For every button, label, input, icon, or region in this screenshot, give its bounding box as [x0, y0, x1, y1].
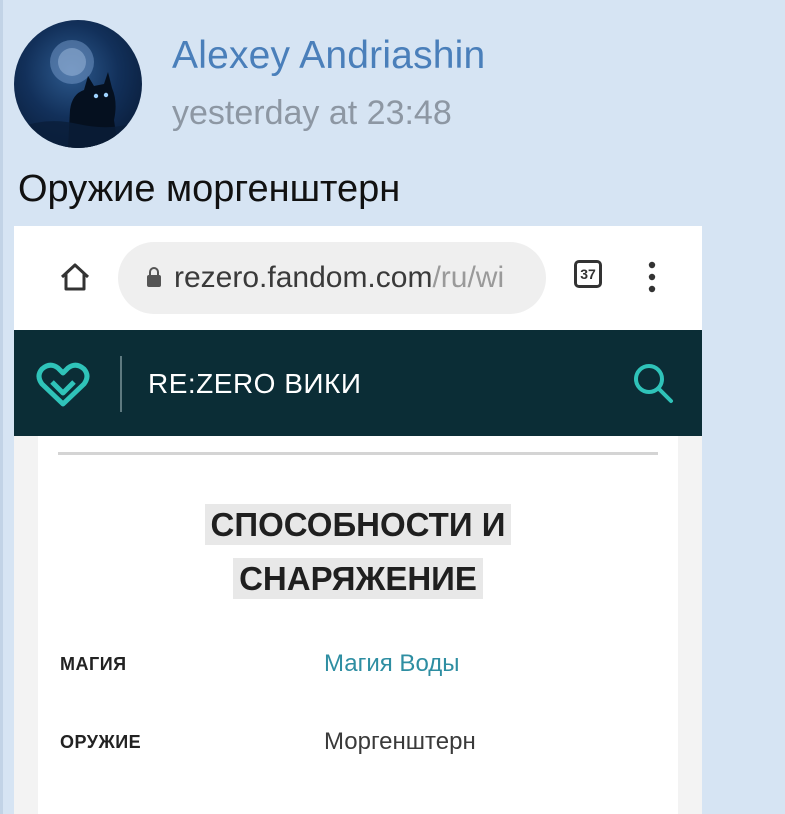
infobox-card: СПОСОБНОСТИ И СНАРЯЖЕНИЕ МАГИЯ Магия Вод…	[38, 436, 678, 814]
search-icon	[634, 364, 673, 403]
section-heading-text-2: СНАРЯЖЕНИЕ	[233, 558, 483, 599]
infobox-label-weapon: ОРУЖИЕ	[60, 732, 142, 752]
url-host: rezero.fandom.com	[174, 261, 433, 294]
wiki-title: RE:ZERO ВИКИ	[148, 368, 362, 399]
fandom-heart-logo	[36, 362, 90, 407]
url-path: /ru/wi	[432, 261, 505, 294]
browser-toolbar: rezero.fandom.com/ru/wi 37	[14, 226, 702, 330]
message-text: Оружие моргенштерн	[18, 168, 401, 210]
attached-screenshot[interactable]: rezero.fandom.com/ru/wi 37 RE:ZERO ВИКИ …	[14, 226, 702, 814]
wiki-header: RE:ZERO ВИКИ	[14, 330, 702, 436]
infobox-label-magic: МАГИЯ	[60, 654, 127, 674]
tab-switcher-icon: 37	[574, 260, 602, 288]
more-menu-icon	[648, 261, 656, 293]
chat-edge	[0, 0, 3, 814]
header-divider	[120, 356, 122, 412]
section-heading-line1: СПОСОБНОСТИ И	[38, 504, 678, 545]
infobox-value-weapon: Моргенштерн	[324, 728, 476, 755]
message-timestamp: yesterday at 23:48	[172, 94, 452, 132]
avatar[interactable]	[14, 20, 142, 148]
section-heading-line2: СНАРЯЖЕНИЕ	[38, 558, 678, 599]
avatar-image	[14, 40, 142, 148]
divider-rule	[58, 452, 658, 455]
infobox-value-magic: Магия Воды	[324, 650, 460, 677]
address-bar: rezero.fandom.com/ru/wi	[118, 242, 546, 314]
author-name[interactable]: Alexey Andriashin	[172, 34, 485, 78]
url-text: rezero.fandom.com/ru/wi	[174, 261, 504, 295]
lock-icon	[147, 267, 161, 287]
home-icon	[60, 263, 90, 291]
wiki-content: СПОСОБНОСТИ И СНАРЯЖЕНИЕ МАГИЯ Магия Вод…	[14, 436, 702, 814]
section-heading-text-1: СПОСОБНОСТИ И	[204, 504, 512, 545]
